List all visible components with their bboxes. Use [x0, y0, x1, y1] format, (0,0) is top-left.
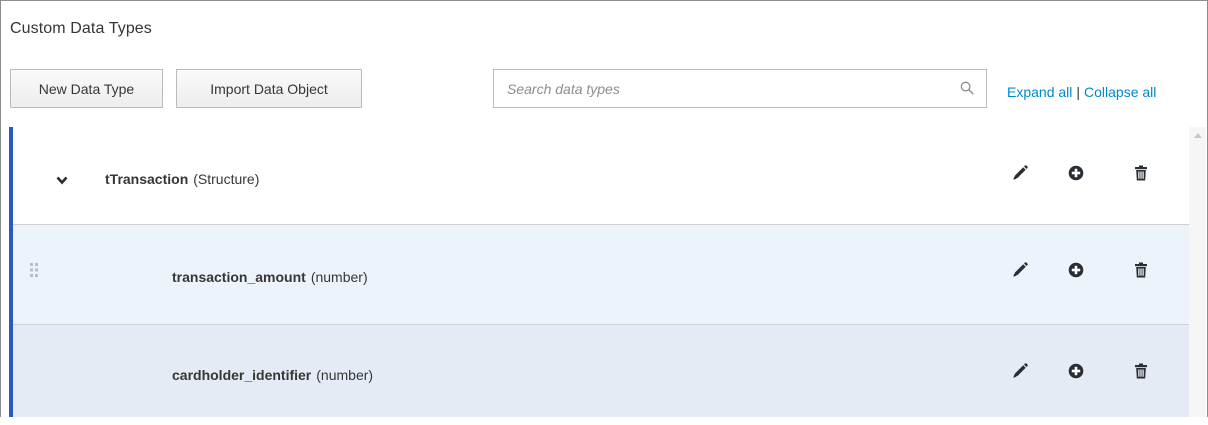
new-data-type-button[interactable]: New Data Type: [10, 69, 163, 108]
search-box: [493, 69, 987, 108]
expand-all-link[interactable]: Expand all: [1007, 84, 1072, 100]
trash-icon[interactable]: [1131, 361, 1151, 381]
data-type-row[interactable]: tTransaction (Structure): [13, 127, 1189, 225]
link-separator: |: [1076, 84, 1081, 100]
page-title: Custom Data Types: [10, 20, 152, 37]
data-type-row[interactable]: cardholder_identifier (number): [13, 325, 1189, 417]
trash-icon[interactable]: [1131, 163, 1151, 183]
vertical-scrollbar[interactable]: [1189, 127, 1206, 417]
search-icon[interactable]: [960, 81, 974, 95]
row-actions: [13, 127, 1189, 224]
scroll-up-arrow-icon[interactable]: [1194, 133, 1202, 138]
plus-circle-icon[interactable]: [1066, 260, 1086, 280]
plus-circle-icon[interactable]: [1066, 163, 1086, 183]
row-actions: [13, 225, 1189, 324]
trash-icon[interactable]: [1131, 260, 1151, 280]
pencil-icon[interactable]: [1010, 260, 1030, 280]
data-type-row[interactable]: transaction_amount (number): [13, 225, 1189, 325]
pencil-icon[interactable]: [1010, 361, 1030, 381]
expand-collapse-links: Expand all | Collapse all: [1007, 84, 1156, 100]
pencil-icon[interactable]: [1010, 163, 1030, 183]
collapse-all-link[interactable]: Collapse all: [1084, 84, 1156, 100]
search-input[interactable]: [494, 70, 934, 107]
row-actions: [13, 325, 1189, 417]
plus-circle-icon[interactable]: [1066, 361, 1086, 381]
import-data-object-button[interactable]: Import Data Object: [176, 69, 362, 108]
data-type-list: tTransaction (Structure) transaction_amo…: [9, 127, 1189, 417]
